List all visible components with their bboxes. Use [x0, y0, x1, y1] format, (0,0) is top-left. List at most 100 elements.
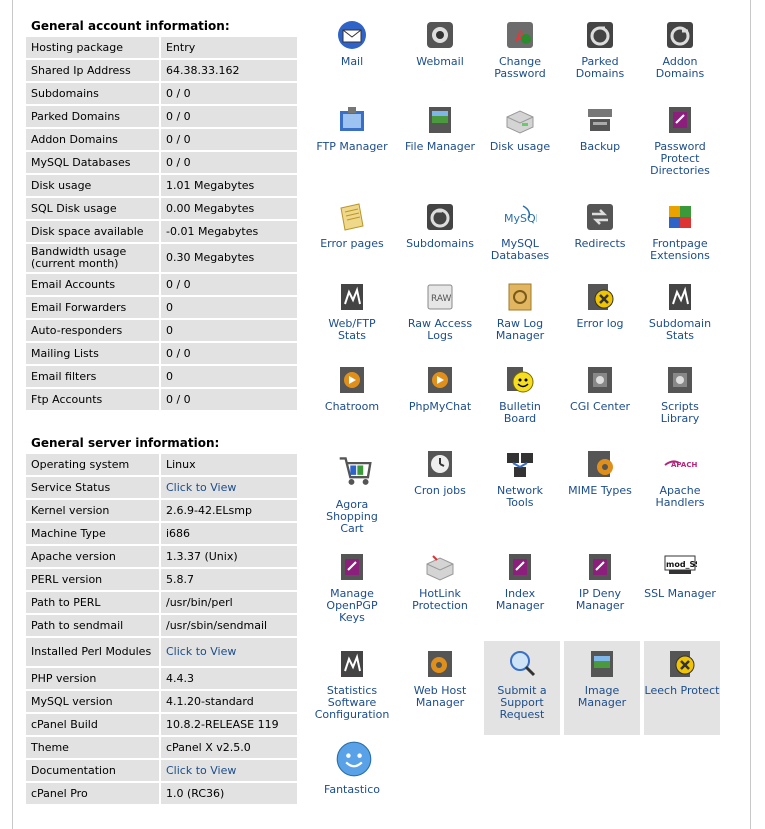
web-host-manager-link[interactable]: Web Host Manager: [402, 647, 478, 709]
raw-access-icon: RAW: [423, 280, 457, 314]
mime-types-link[interactable]: MIME Types: [562, 447, 638, 497]
table-row: PERL version 5.8.7: [26, 569, 297, 592]
ssl-manager-link[interactable]: mod_SSL SSL Manager: [642, 550, 718, 600]
mail-link[interactable]: Mail: [314, 18, 390, 68]
row-label: Apache version: [26, 546, 161, 569]
raw-access-logs-link[interactable]: RAW Raw Access Logs: [402, 280, 478, 342]
cgi-center-icon: [583, 363, 617, 397]
cron-jobs-link[interactable]: Cron jobs: [402, 447, 478, 497]
table-row: Service Status Click to View: [26, 477, 297, 500]
table-row: Bandwidth usage (current month) 0.30 Mega…: [26, 244, 297, 274]
row-value: 64.38.33.162: [160, 60, 297, 83]
webftp-stats-link[interactable]: Web/FTP Stats: [314, 280, 390, 342]
row-label: Mailing Lists: [26, 343, 161, 366]
statistics-config-link[interactable]: Statistics Software Configuration: [314, 647, 390, 721]
error-pages-icon: [335, 200, 369, 234]
frontpage-extensions-link[interactable]: Frontpage Extensions: [642, 200, 718, 262]
error-pages-link[interactable]: Error pages: [314, 200, 390, 250]
info-column: General account information: Hosting pac…: [26, 0, 298, 806]
subdomain-stats-link[interactable]: Subdomain Stats: [642, 280, 718, 342]
row-label: Subdomains: [26, 83, 161, 106]
raw-log-manager-link[interactable]: Raw Log Manager: [482, 280, 558, 342]
row-value: /usr/sbin/sendmail: [160, 615, 297, 638]
statistics-config-icon: [335, 647, 369, 681]
svg-text:RAW: RAW: [431, 294, 452, 304]
row-value: 0 / 0: [160, 152, 297, 175]
perl-modules-link[interactable]: Click to View: [166, 645, 236, 658]
agora-cart-link[interactable]: Agora Shopping Cart: [314, 447, 390, 535]
network-tools-link[interactable]: Network Tools: [482, 447, 558, 509]
table-row: Parked Domains 0 / 0: [26, 106, 297, 129]
image-manager-link[interactable]: Image Manager: [564, 641, 640, 735]
redirects-link[interactable]: Redirects: [562, 200, 638, 250]
index-manager-link[interactable]: Index Manager: [482, 550, 558, 612]
svg-text:mod_SSL: mod_SSL: [666, 560, 697, 569]
table-row: Shared Ip Address 64.38.33.162: [26, 60, 297, 83]
file-manager-link[interactable]: File Manager: [402, 103, 478, 153]
parked-domains-link[interactable]: Parked Domains: [562, 18, 638, 80]
submit-support-link[interactable]: Submit a Support Request: [484, 641, 560, 735]
row-value: 0 / 0: [160, 274, 297, 297]
row-label: Ftp Accounts: [26, 389, 161, 412]
cgi-center-link[interactable]: CGI Center: [562, 363, 638, 413]
disk-usage-link[interactable]: Disk usage: [482, 103, 558, 153]
leech-protect-link[interactable]: Leech Protect: [644, 641, 720, 735]
fantastico-link[interactable]: Fantastico: [314, 740, 390, 796]
row-value: 0.30 Megabytes: [160, 244, 297, 274]
account-info-table: Hosting package Entry Shared Ip Address 64…: [26, 37, 297, 412]
documentation-link[interactable]: Click to View: [166, 764, 236, 777]
row-value: -0.01 Megabytes: [160, 221, 297, 244]
table-row: Email Accounts 0 / 0: [26, 274, 297, 297]
bulletin-board-link[interactable]: Bulletin Board: [482, 363, 558, 425]
table-row: cPanel Pro 1.0 (RC36): [26, 783, 297, 806]
scripts-library-link[interactable]: Scripts Library: [642, 363, 718, 425]
apache-handlers-link[interactable]: APACHE Apache Handlers: [642, 447, 718, 509]
row-label: cPanel Pro: [26, 783, 161, 806]
openpgp-link[interactable]: Manage OpenPGP Keys: [314, 550, 390, 624]
row-value: 4.1.20-standard: [160, 691, 297, 714]
chatroom-link[interactable]: Chatroom: [314, 363, 390, 413]
backup-link[interactable]: Backup: [562, 103, 638, 153]
password-protect-link[interactable]: Password Protect Directories: [642, 103, 718, 177]
addon-domains-link[interactable]: Addon Domains: [642, 18, 718, 80]
row-value: 0.00 Megabytes: [160, 198, 297, 221]
subdomains-link[interactable]: Subdomains: [402, 200, 478, 250]
error-log-link[interactable]: Error log: [562, 280, 638, 330]
web-host-manager-icon: [423, 647, 457, 681]
server-info-table: Operating system Linux Service Status Clic…: [26, 454, 297, 806]
ip-deny-manager-link[interactable]: IP Deny Manager: [562, 550, 638, 612]
ftp-manager-icon: [335, 103, 369, 137]
table-row: Apache version 1.3.37 (Unix): [26, 546, 297, 569]
table-row: MySQL Databases 0 / 0: [26, 152, 297, 175]
row-value: 0 / 0: [160, 83, 297, 106]
leech-protect-icon: [665, 647, 699, 681]
table-row: Theme cPanel X v2.5.0: [26, 737, 297, 760]
service-status-link[interactable]: Click to View: [166, 481, 236, 494]
row-label: Installed Perl Modules: [26, 638, 161, 668]
row-label: Shared Ip Address: [26, 60, 161, 83]
shopping-cart-icon: [335, 447, 372, 495]
row-value: 0 / 0: [160, 129, 297, 152]
mysql-databases-link[interactable]: MySQL MySQL Databases: [482, 200, 558, 262]
row-value: 1.0 (RC36): [160, 783, 297, 806]
raw-log-manager-icon: [503, 280, 537, 314]
ftp-manager-link[interactable]: FTP Manager: [314, 103, 390, 153]
table-row: Installed Perl Modules Click to View: [26, 638, 297, 668]
row-label: Email filters: [26, 366, 161, 389]
phpmychat-link[interactable]: PhpMyChat: [402, 363, 478, 413]
support-magnifier-icon: [505, 647, 539, 681]
table-row: Mailing Lists 0 / 0: [26, 343, 297, 366]
parked-domains-icon: [583, 18, 617, 52]
hotlink-icon: [423, 550, 457, 584]
smiley-board-icon: [503, 363, 537, 397]
hotlink-protection-link[interactable]: HotLink Protection: [402, 550, 478, 612]
svg-text:MySQL: MySQL: [504, 212, 537, 225]
addon-domains-icon: [663, 18, 697, 52]
row-value: 0: [160, 320, 297, 343]
table-row: Ftp Accounts 0 / 0: [26, 389, 297, 412]
table-row: MySQL version 4.1.20-standard: [26, 691, 297, 714]
webmail-link[interactable]: Webmail: [402, 18, 478, 68]
change-password-link[interactable]: A Change Password: [482, 18, 558, 80]
row-label: Path to sendmail: [26, 615, 161, 638]
row-value: i686: [160, 523, 297, 546]
